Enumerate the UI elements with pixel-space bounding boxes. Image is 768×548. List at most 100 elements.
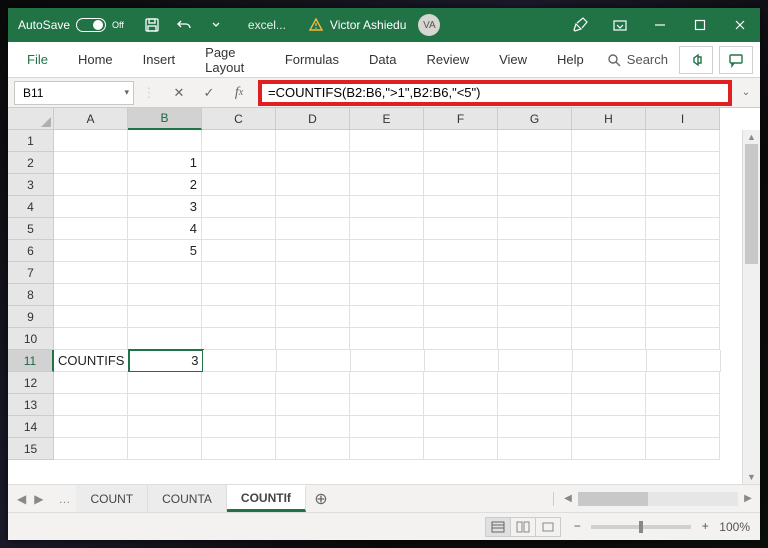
col-header-c[interactable]: C xyxy=(202,108,276,130)
cell-c15[interactable] xyxy=(202,438,276,460)
row-header[interactable]: 2 xyxy=(8,152,54,174)
cell-e6[interactable] xyxy=(350,240,424,262)
cell-f14[interactable] xyxy=(424,416,498,438)
cell-b10[interactable] xyxy=(128,328,202,350)
cell-e4[interactable] xyxy=(350,196,424,218)
hscroll-left-icon[interactable]: ◀ xyxy=(560,493,576,504)
cell-h11[interactable] xyxy=(573,350,647,372)
cell-i9[interactable] xyxy=(646,306,720,328)
cell-g6[interactable] xyxy=(498,240,572,262)
cell-i13[interactable] xyxy=(646,394,720,416)
cell-b1[interactable] xyxy=(128,130,202,152)
row-header[interactable]: 14 xyxy=(8,416,54,438)
col-header-d[interactable]: D xyxy=(276,108,350,130)
cell-h10[interactable] xyxy=(572,328,646,350)
cell-a14[interactable] xyxy=(54,416,128,438)
cell-g12[interactable] xyxy=(498,372,572,394)
cell-g8[interactable] xyxy=(498,284,572,306)
cell-a6[interactable] xyxy=(54,240,128,262)
cell-f5[interactable] xyxy=(424,218,498,240)
cell-g11[interactable] xyxy=(499,350,573,372)
cell-i8[interactable] xyxy=(646,284,720,306)
cell-f4[interactable] xyxy=(424,196,498,218)
cell-d13[interactable] xyxy=(276,394,350,416)
cell-d8[interactable] xyxy=(276,284,350,306)
scroll-thumb[interactable] xyxy=(745,144,758,264)
cell-a15[interactable] xyxy=(54,438,128,460)
cell-g7[interactable] xyxy=(498,262,572,284)
cell-e5[interactable] xyxy=(350,218,424,240)
zoom-control[interactable]: − + 100% xyxy=(569,519,750,535)
sheets-overflow[interactable]: … xyxy=(52,485,76,512)
tab-file[interactable]: File xyxy=(12,42,63,77)
cell-b3[interactable]: 2 xyxy=(128,174,202,196)
cell-i15[interactable] xyxy=(646,438,720,460)
tab-formulas[interactable]: Formulas xyxy=(270,42,354,77)
row-header[interactable]: 5 xyxy=(8,218,54,240)
row-header[interactable]: 4 xyxy=(8,196,54,218)
cell-a8[interactable] xyxy=(54,284,128,306)
avatar[interactable]: VA xyxy=(418,14,440,36)
cell-a9[interactable] xyxy=(54,306,128,328)
cell-g1[interactable] xyxy=(498,130,572,152)
cell-e12[interactable] xyxy=(350,372,424,394)
search-button[interactable]: Search xyxy=(599,42,676,77)
col-header-g[interactable]: G xyxy=(498,108,572,130)
cell-b4[interactable]: 3 xyxy=(128,196,202,218)
save-button[interactable] xyxy=(138,12,166,38)
cell-h15[interactable] xyxy=(572,438,646,460)
scroll-down-icon[interactable]: ▼ xyxy=(743,470,760,484)
cell-i14[interactable] xyxy=(646,416,720,438)
cell-i2[interactable] xyxy=(646,152,720,174)
sheet-tab-counta[interactable]: COUNTA xyxy=(148,485,227,512)
row-header[interactable]: 11 xyxy=(8,350,54,372)
minimize-button[interactable] xyxy=(640,8,680,42)
tab-page-layout[interactable]: Page Layout xyxy=(190,42,270,77)
undo-button[interactable] xyxy=(170,12,198,38)
horizontal-scrollbar[interactable]: ◀ ▶ xyxy=(545,485,760,512)
cell-a3[interactable] xyxy=(54,174,128,196)
sheet-next-icon[interactable]: ▶ xyxy=(31,492,46,506)
cell-b5[interactable]: 4 xyxy=(128,218,202,240)
cell-d1[interactable] xyxy=(276,130,350,152)
cell-h14[interactable] xyxy=(572,416,646,438)
cell-c9[interactable] xyxy=(202,306,276,328)
col-header-a[interactable]: A xyxy=(54,108,128,130)
cell-f10[interactable] xyxy=(424,328,498,350)
sheet-tab-countif[interactable]: COUNTIf xyxy=(227,485,306,512)
cell-f1[interactable] xyxy=(424,130,498,152)
view-normal-button[interactable] xyxy=(485,517,511,537)
cell-i10[interactable] xyxy=(646,328,720,350)
cell-c12[interactable] xyxy=(202,372,276,394)
ribbon-options-icon[interactable] xyxy=(600,8,640,42)
cell-e14[interactable] xyxy=(350,416,424,438)
cell-c5[interactable] xyxy=(202,218,276,240)
close-button[interactable] xyxy=(720,8,760,42)
row-header[interactable]: 7 xyxy=(8,262,54,284)
cell-e13[interactable] xyxy=(350,394,424,416)
row-header[interactable]: 8 xyxy=(8,284,54,306)
select-all-corner[interactable] xyxy=(8,108,54,130)
cell-f7[interactable] xyxy=(424,262,498,284)
cell-i7[interactable] xyxy=(646,262,720,284)
cell-h13[interactable] xyxy=(572,394,646,416)
cell-c2[interactable] xyxy=(202,152,276,174)
cell-h5[interactable] xyxy=(572,218,646,240)
scroll-up-icon[interactable]: ▲ xyxy=(743,130,760,144)
view-page-layout-button[interactable] xyxy=(510,517,536,537)
cell-f13[interactable] xyxy=(424,394,498,416)
cell-d15[interactable] xyxy=(276,438,350,460)
maximize-button[interactable] xyxy=(680,8,720,42)
cell-f15[interactable] xyxy=(424,438,498,460)
cell-g2[interactable] xyxy=(498,152,572,174)
cell-d10[interactable] xyxy=(276,328,350,350)
enter-formula-button[interactable]: ✓ xyxy=(194,81,224,105)
cell-i11[interactable] xyxy=(647,350,721,372)
row-header[interactable]: 1 xyxy=(8,130,54,152)
expand-formula-bar[interactable]: ⌄ xyxy=(736,87,756,98)
cell-b11[interactable]: 3 xyxy=(129,350,203,372)
cell-h7[interactable] xyxy=(572,262,646,284)
view-page-break-button[interactable] xyxy=(535,517,561,537)
row-header[interactable]: 13 xyxy=(8,394,54,416)
autosave-switch[interactable] xyxy=(76,18,106,32)
